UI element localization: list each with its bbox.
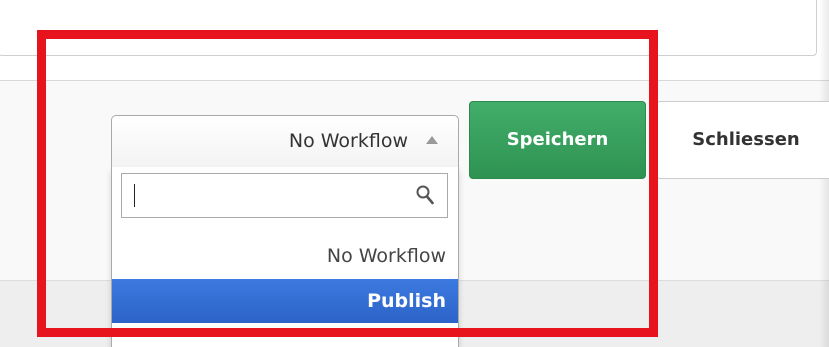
text-field[interactable]: [0, 0, 817, 56]
search-icon: [416, 185, 434, 205]
dropdown-option-no-workflow[interactable]: No Workflow: [112, 234, 458, 278]
save-button[interactable]: Speichern: [469, 101, 646, 179]
form-section: [0, 0, 829, 81]
dropdown-search-input[interactable]: [121, 173, 448, 218]
triangle-up-icon: [426, 136, 438, 144]
workflow-select[interactable]: No Workflow: [111, 115, 459, 167]
close-button[interactable]: Schliessen: [656, 101, 829, 179]
form-footer-area: No Workflow No Workflow Publish Speicher…: [0, 0, 829, 347]
text-cursor: [134, 184, 135, 207]
workflow-dropdown: No Workflow Publish: [111, 167, 459, 347]
workflow-select-value: No Workflow: [288, 130, 408, 152]
dropdown-option-publish[interactable]: Publish: [112, 279, 458, 323]
